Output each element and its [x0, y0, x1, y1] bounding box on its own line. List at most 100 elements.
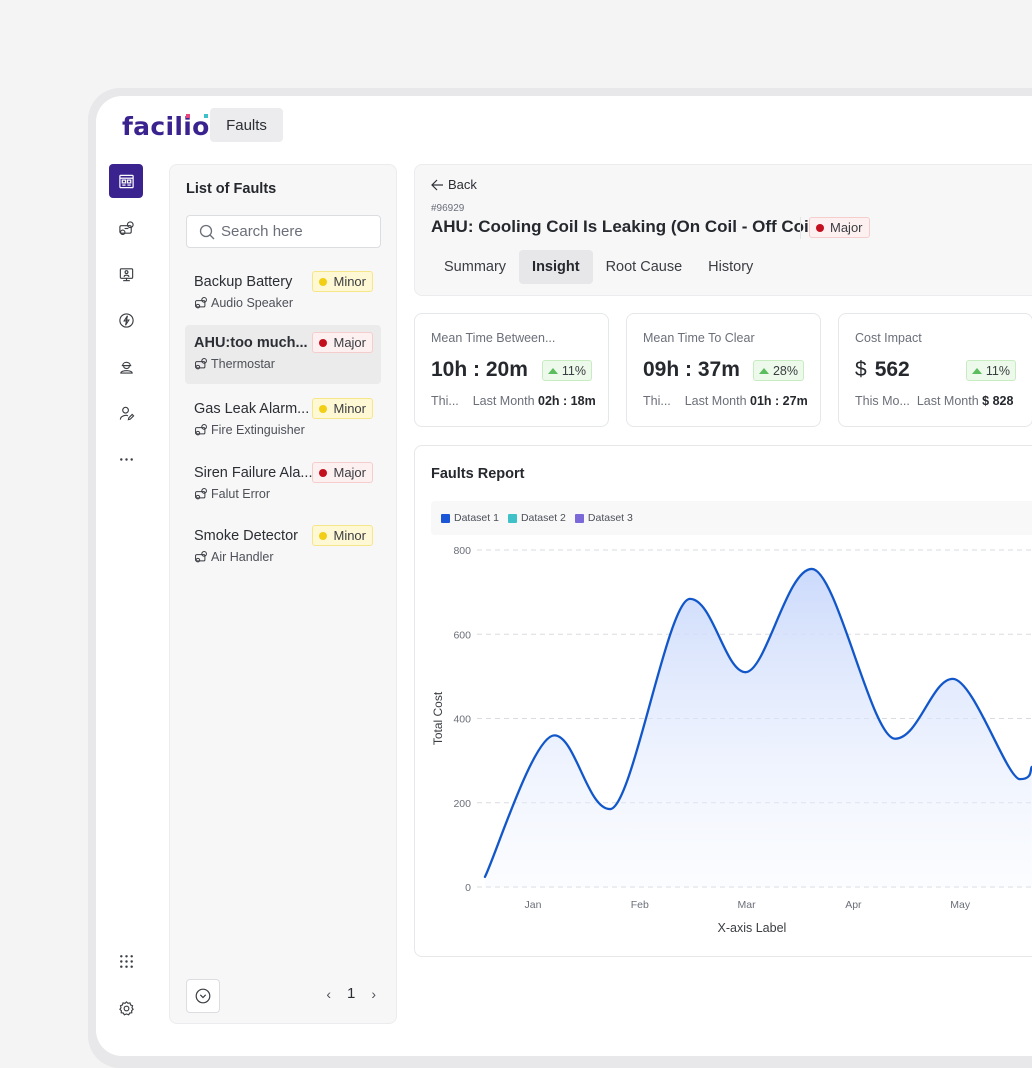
fault-list-item[interactable]: Backup Battery Minor Audio Speaker — [185, 264, 381, 323]
rail-users[interactable] — [109, 396, 143, 430]
severity-dot — [319, 404, 328, 413]
asset-icon — [195, 551, 207, 563]
severity-label: Major — [333, 335, 366, 350]
tab-history[interactable]: History — [695, 250, 766, 284]
metric-change: 11% — [985, 363, 1010, 378]
asset-name: Audio Speaker — [211, 296, 294, 310]
y-tick-label: 600 — [453, 629, 471, 641]
trend-up-icon — [758, 367, 769, 374]
fault-list-item[interactable]: AHU:too much... Major Thermostar — [185, 325, 381, 384]
severity-label: Minor — [333, 528, 366, 543]
metric-value: 09h : 37m — [643, 358, 740, 382]
more-icon — [119, 457, 133, 461]
this-label: This Mo... — [855, 394, 910, 408]
search-icon — [199, 224, 215, 239]
metric-label: Mean Time Between... — [431, 331, 556, 345]
fault-id: #96929 — [431, 203, 465, 214]
user-edit-icon — [119, 406, 134, 420]
back-button[interactable]: Back — [431, 177, 477, 192]
trend-up-icon — [547, 367, 558, 374]
rail-assets[interactable] — [109, 211, 143, 245]
severity-badge: Major — [312, 332, 373, 353]
tab-root-cause[interactable]: Root Cause — [593, 250, 696, 284]
next-page-button[interactable]: › — [371, 986, 376, 1002]
rail-dashboard[interactable] — [109, 164, 143, 198]
last-value: $ 828 — [982, 394, 1014, 408]
tab-faults[interactable]: Faults — [210, 108, 283, 142]
severity-dot — [816, 223, 824, 232]
search-box[interactable] — [186, 215, 381, 248]
severity-label: Minor — [333, 401, 366, 416]
tab-summary[interactable]: Summary — [431, 250, 519, 284]
x-tick-label: May — [950, 899, 971, 911]
rail-apps[interactable] — [109, 944, 143, 978]
fault-title: AHU: Cooling Coil Is Leaking (On Coil - … — [431, 217, 820, 236]
asset-icon — [118, 220, 134, 235]
y-tick-label: 800 — [453, 545, 471, 557]
fault-asset: Air Handler — [194, 550, 274, 564]
severity-dot — [319, 277, 328, 286]
severity-badge: Major — [312, 462, 373, 483]
severity-label: Major — [830, 220, 863, 235]
faults-list-panel: List of Faults Backup Battery Minor Audio … — [169, 164, 397, 1024]
rail-more[interactable] — [109, 442, 143, 476]
fault-name: Smoke Detector — [194, 528, 298, 544]
tab-insight[interactable]: Insight — [519, 250, 593, 284]
technician-icon — [119, 361, 133, 374]
metric-value: $562 — [855, 358, 910, 382]
back-label: Back — [448, 177, 477, 192]
this-label: Thi... — [431, 394, 459, 408]
fault-asset: Thermostar — [194, 357, 275, 371]
metric-value-text: 10h : 20m — [431, 358, 528, 381]
trend-up-icon — [971, 367, 982, 374]
asset-icon — [195, 488, 207, 500]
logo-dot-pink — [186, 114, 190, 118]
rail-occupants[interactable] — [109, 257, 143, 291]
asset-icon — [195, 424, 207, 436]
collapse-button[interactable] — [186, 979, 220, 1013]
severity-dot — [319, 468, 328, 477]
this-label: Thi... — [643, 394, 671, 408]
metric-value-text: 09h : 37m — [643, 358, 740, 381]
legend-swatch — [441, 513, 450, 523]
legend-item-dataset-1[interactable]: Dataset 1 — [441, 512, 499, 524]
y-tick-label: 400 — [453, 714, 471, 726]
facilio-logo[interactable]: facilio — [122, 112, 210, 141]
chart-legend: Dataset 1 Dataset 2 Dataset 3 — [431, 501, 1032, 535]
severity-badge: Minor — [312, 398, 373, 419]
fault-list-item[interactable]: Smoke Detector Minor Air Handler — [185, 518, 381, 577]
chevron-down-circle-icon — [195, 988, 211, 1004]
x-tick-label: Mar — [738, 899, 757, 911]
last-label: Last Month — [916, 394, 979, 408]
asset-name: Fire Extinguisher — [211, 423, 305, 437]
legend-item-dataset-2[interactable]: Dataset 2 — [507, 512, 566, 524]
fault-asset: Audio Speaker — [194, 296, 293, 310]
rail-technicians[interactable] — [109, 349, 143, 383]
asset-icon — [195, 297, 207, 309]
fault-asset: Fire Extinguisher — [194, 423, 305, 437]
search-input[interactable] — [221, 223, 371, 240]
current-page: 1 — [346, 985, 356, 1002]
asset-name: Falut Error — [211, 487, 271, 501]
fault-list-item[interactable]: Gas Leak Alarm... Minor Fire Extinguisher — [185, 391, 381, 450]
asset-name: Air Handler — [211, 550, 274, 564]
title-divider — [800, 217, 801, 239]
fault-detail-header: Back #96929 AHU: Cooling Coil Is Leaking… — [414, 164, 1032, 296]
logo-text: facilio — [122, 112, 210, 141]
prev-page-button[interactable]: ‹ — [326, 986, 331, 1002]
area-fill-dataset-1 — [484, 568, 1032, 887]
last-label: Last Month — [684, 394, 747, 408]
metric-value: 10h : 20m — [431, 358, 528, 382]
fault-list-item[interactable]: Siren Failure Ala... Major Falut Error — [185, 455, 381, 514]
y-tick-label: 0 — [465, 882, 471, 894]
legend-item-dataset-3[interactable]: Dataset 3 — [574, 512, 633, 524]
fault-asset: Falut Error — [194, 487, 270, 501]
metric-card-mttc: Mean Time To Clear 09h : 37m 28% Thi... … — [626, 313, 821, 427]
rail-energy[interactable] — [109, 303, 143, 337]
rail-settings[interactable] — [109, 991, 143, 1025]
energy-icon — [118, 312, 134, 328]
fault-name: Backup Battery — [194, 274, 293, 290]
metric-change: 28% — [772, 363, 798, 378]
severity-label: Major — [333, 465, 366, 480]
app-window: facilio Faults List of Faults Search her… — [96, 96, 1032, 1056]
